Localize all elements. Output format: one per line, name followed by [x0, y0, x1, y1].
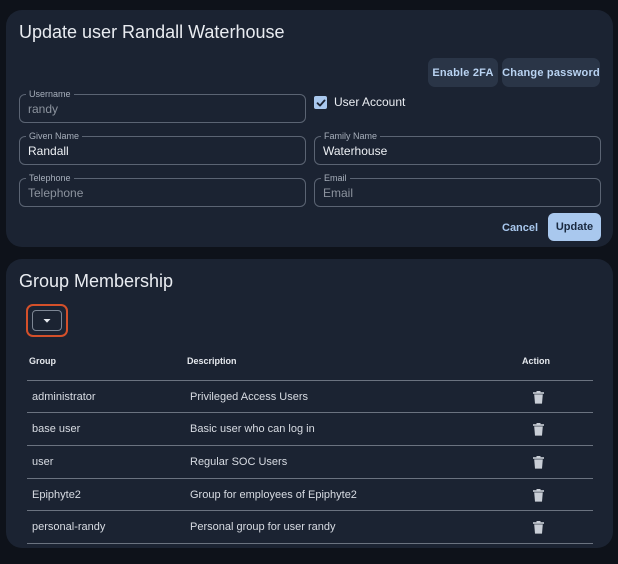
user-account-checkbox[interactable]: [314, 96, 327, 109]
group-description: Basic user who can log in: [190, 423, 315, 435]
group-name: user: [32, 456, 54, 468]
dropdown-box: [32, 310, 62, 331]
username-field[interactable]: Username randy: [19, 88, 306, 123]
update-button[interactable]: Update: [548, 213, 601, 241]
group-description: Privileged Access Users: [190, 391, 308, 403]
email-placeholder: Email: [323, 185, 354, 200]
username-value: randy: [28, 101, 59, 116]
delete-button[interactable]: [527, 511, 549, 543]
check-icon: [316, 99, 325, 106]
email-field[interactable]: Email Email: [314, 172, 601, 207]
table-row: user Regular SOC Users: [27, 445, 593, 478]
column-header-description: Description: [187, 356, 237, 366]
update-user-card: Update user Randall Waterhouse Enable 2F…: [6, 10, 613, 247]
family-name-value: Waterhouse: [323, 143, 388, 158]
trash-icon: [532, 422, 544, 436]
family-name-field[interactable]: Family Name Waterhouse: [314, 130, 601, 165]
delete-button[interactable]: [527, 446, 549, 478]
trash-icon: [532, 488, 544, 502]
column-header-action: Action: [522, 356, 550, 366]
group-name: personal-randy: [32, 521, 106, 533]
delete-button[interactable]: [527, 479, 549, 511]
group-name: Epiphyte2: [32, 489, 81, 501]
table-row: base user Basic user who can log in: [27, 412, 593, 445]
page-title: Update user Randall Waterhouse: [19, 22, 285, 42]
group-description: Regular SOC Users: [190, 456, 288, 468]
table-row: personal-randy Personal group for user r…: [27, 510, 593, 543]
table-bottom-border: [27, 543, 593, 544]
table-row: administrator Privileged Access Users: [27, 380, 593, 413]
caret-down-icon: [43, 318, 51, 323]
given-name-field[interactable]: Given Name Randall: [19, 130, 306, 165]
delete-button[interactable]: [527, 413, 549, 445]
group-description: Group for employees of Epiphyte2: [190, 489, 357, 501]
add-group-dropdown-button[interactable]: [26, 304, 68, 337]
group-membership-card: Group Membership Group Description Actio…: [6, 259, 613, 548]
group-membership-title: Group Membership: [19, 271, 174, 291]
cancel-button[interactable]: Cancel: [502, 222, 538, 234]
delete-button[interactable]: [527, 381, 549, 413]
telephone-field[interactable]: Telephone Telephone: [19, 172, 306, 207]
group-description: Personal group for user randy: [190, 521, 336, 533]
telephone-placeholder: Telephone: [28, 185, 84, 200]
trash-icon: [532, 520, 544, 534]
change-password-button[interactable]: Change password: [502, 58, 600, 87]
trash-icon: [532, 455, 544, 469]
table-row: Epiphyte2 Group for employees of Epiphyt…: [27, 478, 593, 511]
user-account-label: User Account: [334, 95, 406, 109]
trash-icon: [532, 390, 544, 404]
group-name: administrator: [32, 391, 96, 403]
group-name: base user: [32, 423, 81, 435]
column-header-group: Group: [29, 356, 56, 366]
enable-2fa-button[interactable]: Enable 2FA: [428, 58, 498, 87]
given-name-value: Randall: [28, 143, 69, 158]
